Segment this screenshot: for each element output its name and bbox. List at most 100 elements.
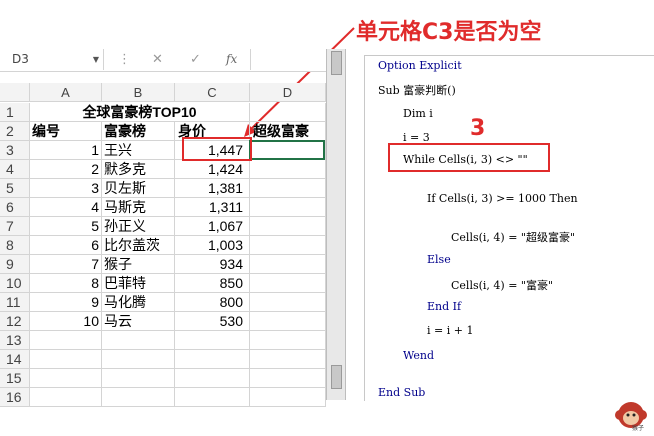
cell[interactable]: [175, 369, 250, 388]
cell-name[interactable]: 马云: [102, 312, 175, 331]
row-header[interactable]: 3: [0, 141, 30, 160]
cell[interactable]: [30, 331, 102, 350]
cell[interactable]: [175, 350, 250, 369]
cell[interactable]: [250, 312, 326, 331]
row-header[interactable]: 5: [0, 179, 30, 198]
cell[interactable]: [250, 217, 326, 236]
row-header[interactable]: 7: [0, 217, 30, 236]
cell[interactable]: [102, 369, 175, 388]
cell-id[interactable]: 2: [30, 160, 102, 179]
cell[interactable]: [250, 369, 326, 388]
cell[interactable]: [250, 255, 326, 274]
cell[interactable]: [250, 179, 326, 198]
cell-value[interactable]: 800: [175, 293, 250, 312]
chevron-down-icon[interactable]: ▼: [93, 49, 99, 70]
cell-name[interactable]: 默多克: [102, 160, 175, 179]
cell-value[interactable]: 934: [175, 255, 250, 274]
row-header[interactable]: 14: [0, 350, 30, 369]
monkey-logo-icon: [615, 402, 647, 428]
row-header[interactable]: 13: [0, 331, 30, 350]
cell-id[interactable]: 6: [30, 236, 102, 255]
more-dots-icon: ⋮: [118, 52, 131, 67]
cell-id[interactable]: 10: [30, 312, 102, 331]
cell-name[interactable]: 马化腾: [102, 293, 175, 312]
table-row: 10 8 巴菲特 850: [0, 274, 326, 293]
cell[interactable]: [250, 103, 326, 122]
cell[interactable]: [250, 350, 326, 369]
cell-value[interactable]: 1,311: [175, 198, 250, 217]
cell[interactable]: [250, 160, 326, 179]
header-name[interactable]: 富豪榜: [102, 122, 175, 141]
scroll-thumb[interactable]: [331, 51, 342, 75]
header-super-rich[interactable]: 超级富豪: [250, 122, 326, 141]
logo-text: 猴子: [632, 425, 645, 432]
formula-input[interactable]: [250, 49, 334, 70]
cell[interactable]: [250, 293, 326, 312]
cancel-icon[interactable]: ✕: [152, 49, 163, 70]
cell-name[interactable]: 巴菲特: [102, 274, 175, 293]
select-all-corner[interactable]: [0, 83, 30, 102]
scroll-thumb[interactable]: [331, 365, 342, 389]
row-header[interactable]: 8: [0, 236, 30, 255]
cell-name[interactable]: 王兴: [102, 141, 175, 160]
table-row: 2 编号 富豪榜 身价 超级富豪: [0, 122, 326, 141]
cell[interactable]: [250, 388, 326, 407]
row-header[interactable]: 1: [0, 103, 30, 122]
cell[interactable]: [30, 388, 102, 407]
cell-value[interactable]: 530: [175, 312, 250, 331]
cell-name[interactable]: 贝左斯: [102, 179, 175, 198]
row-header[interactable]: 10: [0, 274, 30, 293]
cell-id[interactable]: 3: [30, 179, 102, 198]
cell[interactable]: [250, 236, 326, 255]
header-id[interactable]: 编号: [30, 122, 102, 141]
cell-value[interactable]: 850: [175, 274, 250, 293]
name-box[interactable]: D3 ▼: [0, 49, 104, 70]
table-row: 14: [0, 350, 326, 369]
cell-id[interactable]: 1: [30, 141, 102, 160]
name-box-value: D3: [12, 52, 29, 66]
cell[interactable]: [30, 369, 102, 388]
row-header[interactable]: 9: [0, 255, 30, 274]
table-title[interactable]: 全球富豪榜TOP10: [30, 103, 250, 122]
cell[interactable]: [250, 274, 326, 293]
row-header[interactable]: 12: [0, 312, 30, 331]
row-header[interactable]: 4: [0, 160, 30, 179]
cell-name[interactable]: 孙正义: [102, 217, 175, 236]
cell-id[interactable]: 9: [30, 293, 102, 312]
column-header-d[interactable]: D: [250, 83, 326, 102]
cell[interactable]: [102, 350, 175, 369]
code-line-end-sub: End Sub: [378, 386, 426, 399]
row-header[interactable]: 2: [0, 122, 30, 141]
cell[interactable]: [250, 198, 326, 217]
row-header[interactable]: 6: [0, 198, 30, 217]
cell-id[interactable]: 7: [30, 255, 102, 274]
cell[interactable]: [175, 388, 250, 407]
cell-id[interactable]: 5: [30, 217, 102, 236]
column-header-a[interactable]: A: [30, 83, 102, 102]
cell-name[interactable]: 比尔盖茨: [102, 236, 175, 255]
cell-id[interactable]: 8: [30, 274, 102, 293]
cell[interactable]: [102, 388, 175, 407]
cell-name[interactable]: 马斯克: [102, 198, 175, 217]
cell-value[interactable]: 1,067: [175, 217, 250, 236]
row-header[interactable]: 15: [0, 369, 30, 388]
enter-icon[interactable]: ✓: [190, 49, 201, 70]
row-header[interactable]: 16: [0, 388, 30, 407]
cell-name[interactable]: 猴子: [102, 255, 175, 274]
code-line-else: Else: [427, 253, 451, 266]
cell-value[interactable]: 1,424: [175, 160, 250, 179]
cell-id[interactable]: 4: [30, 198, 102, 217]
insert-function-icon[interactable]: fx: [226, 49, 237, 70]
cell-value[interactable]: 1,003: [175, 236, 250, 255]
column-header-b[interactable]: B: [102, 83, 175, 102]
table-row: 1 全球富豪榜TOP10: [0, 103, 326, 122]
cell[interactable]: [102, 331, 175, 350]
cell[interactable]: [175, 331, 250, 350]
cell-value[interactable]: 1,381: [175, 179, 250, 198]
column-header-c[interactable]: C: [175, 83, 250, 102]
window-splitter[interactable]: [326, 49, 346, 400]
cell[interactable]: [30, 350, 102, 369]
table-row: 6 4 马斯克 1,311: [0, 198, 326, 217]
cell[interactable]: [250, 331, 326, 350]
row-header[interactable]: 11: [0, 293, 30, 312]
